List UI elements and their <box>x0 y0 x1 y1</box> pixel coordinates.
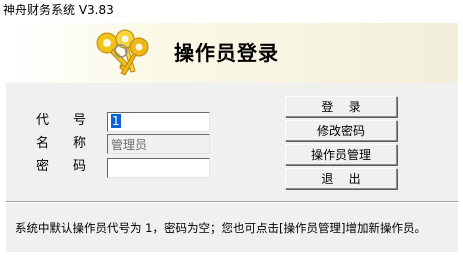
password-label-char-2: 码 <box>73 159 87 174</box>
operator-code-field[interactable]: 1 <box>107 112 210 132</box>
title-bar[interactable]: 神舟财务系统 V3.83 <box>0 0 463 20</box>
exit-button[interactable]: 退 出 <box>285 168 397 189</box>
keys-icon <box>96 29 149 76</box>
name-label-char-1: 名 <box>36 136 50 151</box>
code-label-char-1: 代 <box>36 113 50 128</box>
window-title: 神舟财务系统 V3.83 <box>3 3 114 17</box>
login-window: 神舟财务系统 V3.83 操作员登录 代 号 名 称 密 码 1 管理员 登 录… <box>0 0 463 258</box>
operator-code-value: 1 <box>111 114 121 128</box>
password-label-char-1: 密 <box>36 159 50 174</box>
code-label-char-2: 号 <box>73 113 87 128</box>
operator-name-value: 管理员 <box>111 138 148 152</box>
operator-management-button[interactable]: 操作员管理 <box>285 144 397 165</box>
divider <box>6 201 458 203</box>
login-button[interactable]: 登 录 <box>285 96 397 117</box>
dialog-body: 操作员登录 代 号 名 称 密 码 1 管理员 登 录 修改密码 操作员管理 退… <box>6 23 458 252</box>
page-title: 操作员登录 <box>174 41 279 65</box>
status-message: 系统中默认操作员代号为 1，密码为空；您也可点击[操作员管理]增加新操作员。 <box>15 221 426 235</box>
name-label-char-2: 称 <box>73 136 87 151</box>
change-password-button[interactable]: 修改密码 <box>285 120 397 141</box>
operator-name-field: 管理员 <box>107 134 210 154</box>
header-banner: 操作员登录 <box>6 23 458 83</box>
password-field[interactable] <box>107 158 210 178</box>
status-bar: 系统中默认操作员代号为 1，密码为空；您也可点击[操作员管理]增加新操作员。 <box>6 205 458 252</box>
